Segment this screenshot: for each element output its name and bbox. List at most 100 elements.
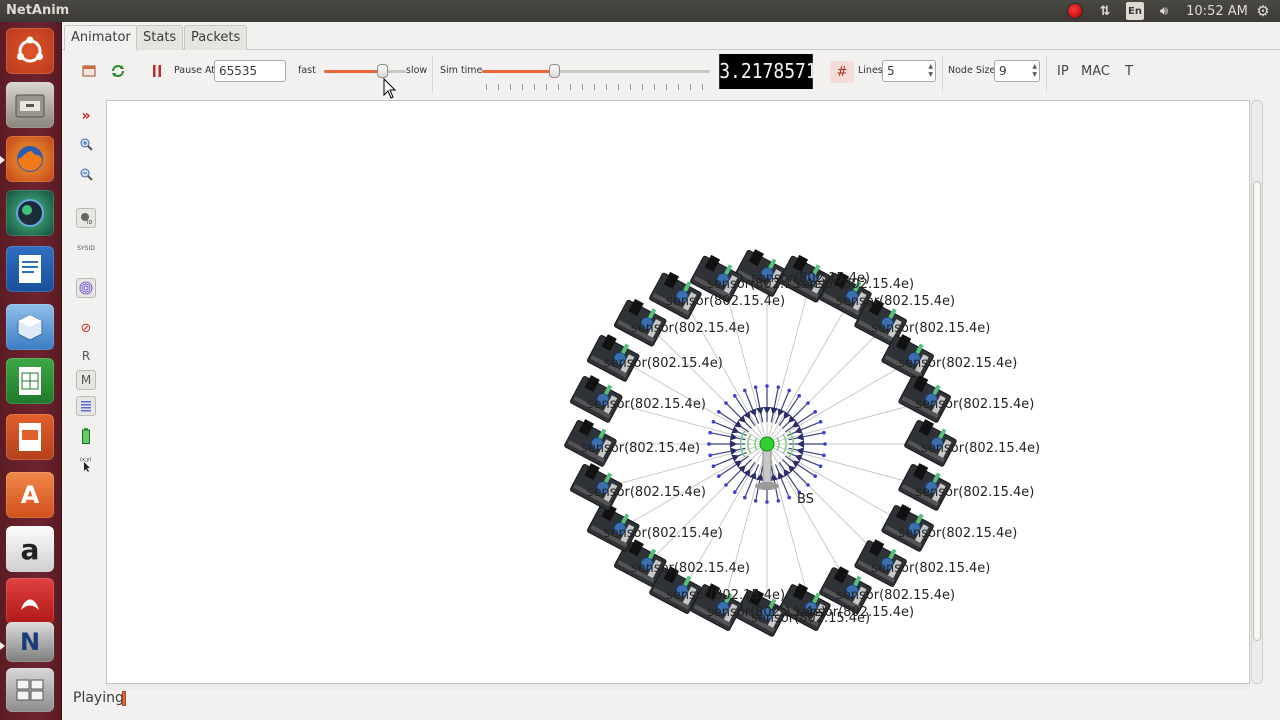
- packet-ray: [787, 451, 821, 467]
- packet-dot: [743, 495, 747, 500]
- sensor-label: sensor(802.15.4e): [631, 561, 750, 576]
- toolbar-separator: [942, 56, 943, 92]
- node-size-label: Node Size: [948, 65, 996, 76]
- fast-label: fast: [298, 65, 316, 76]
- netanim-window: Animator Stats Packets Pause At 65535 fa…: [62, 22, 1280, 720]
- web-browser-icon[interactable]: [6, 190, 54, 236]
- speed-slider[interactable]: [324, 63, 406, 79]
- animation-canvas[interactable]: sensor(802.15.4e) sensor(802.15.4e) sensor…: [106, 100, 1250, 684]
- lines-value: 5: [887, 64, 895, 78]
- sensor-label: sensor(802.15.4e): [836, 588, 955, 603]
- packet-dot: [822, 430, 826, 435]
- packet-list-icon[interactable]: [76, 396, 96, 416]
- packet-ray: [744, 390, 760, 424]
- record-indicator-icon[interactable]: [1066, 2, 1084, 20]
- packet-dot: [787, 388, 791, 393]
- sensor-label: sensor(802.15.4e): [915, 397, 1034, 412]
- tab-animator[interactable]: Animator: [64, 25, 138, 51]
- svg-text:(x,y): (x,y): [80, 457, 91, 463]
- sim-time-slider-handle[interactable]: [549, 64, 561, 78]
- open-file-icon[interactable]: [82, 64, 98, 78]
- volume-icon[interactable]: 🔊︎: [1154, 2, 1174, 20]
- packet-dot: [753, 499, 758, 503]
- sensor-label: sensor(802.15.4e): [707, 605, 826, 620]
- lines-spin-arrows-icon[interactable]: ▲ ▼: [928, 63, 933, 79]
- zoom-out-icon[interactable]: [76, 164, 96, 184]
- sensor-label: sensor(802.15.4e): [587, 485, 706, 500]
- node-size-spinbox[interactable]: 9 ▲ ▼: [994, 60, 1040, 82]
- software-center-icon[interactable]: A: [6, 472, 54, 518]
- virtualbox-icon[interactable]: [6, 304, 54, 350]
- playback-progress-bar: [122, 691, 126, 706]
- keyboard-language-indicator[interactable]: En: [1126, 2, 1144, 20]
- r-toggle-button[interactable]: R: [76, 346, 96, 366]
- packet-dot: [716, 409, 721, 414]
- vertical-scrollbar[interactable]: [1251, 100, 1263, 684]
- clear-packets-icon[interactable]: ⊘: [76, 318, 96, 338]
- packet-dot: [708, 453, 712, 458]
- packet-dot: [813, 409, 818, 414]
- settings-gear-icon[interactable]: ⚙: [1254, 2, 1272, 20]
- base-station-antenna: [759, 436, 775, 452]
- node-id-toggle-icon[interactable]: ID: [76, 208, 96, 228]
- mouse-position-icon[interactable]: (x,y): [76, 454, 96, 474]
- sensor-label: sensor(802.15.4e): [631, 321, 750, 336]
- t-toggle-button[interactable]: T: [1125, 64, 1133, 79]
- mac-toggle-button[interactable]: MAC: [1081, 64, 1110, 79]
- tab-bar: Animator Stats Packets: [62, 22, 1280, 51]
- m-toggle-button[interactable]: M: [76, 370, 96, 390]
- sensor-label: sensor(802.15.4e): [666, 588, 785, 603]
- amazon-icon[interactable]: a: [6, 526, 54, 572]
- packet-dot: [765, 500, 769, 504]
- packet-arrowhead: [729, 440, 737, 448]
- pdf-viewer-icon[interactable]: [6, 578, 54, 624]
- sysid-toggle-icon[interactable]: SYSID: [76, 238, 96, 258]
- tab-packets[interactable]: Packets: [184, 25, 248, 50]
- packet-dot: [711, 420, 716, 424]
- network-topology[interactable]: sensor(802.15.4e) sensor(802.15.4e) sensor…: [107, 101, 1251, 685]
- reload-icon[interactable]: [110, 63, 128, 79]
- packet-arrowhead: [763, 406, 771, 414]
- expand-panel-icon[interactable]: »: [76, 106, 96, 126]
- battery-icon[interactable]: [76, 426, 96, 446]
- clock[interactable]: 10:52 AM: [1186, 2, 1248, 20]
- sim-time-slider[interactable]: [482, 63, 710, 79]
- tab-stats[interactable]: Stats: [136, 25, 184, 50]
- impress-icon[interactable]: [6, 414, 54, 460]
- status-area: Playing: [62, 686, 1280, 720]
- speed-slider-handle[interactable]: [377, 64, 389, 78]
- grid-toggle-icon[interactable]: #: [830, 61, 854, 83]
- sensor-label: sensor(802.15.4e): [915, 485, 1034, 500]
- workspace-switcher-icon[interactable]: [6, 668, 54, 712]
- packet-dot: [707, 442, 711, 446]
- sim-time-label: Sim time: [440, 65, 483, 76]
- packet-dot: [776, 499, 781, 503]
- files-icon[interactable]: [6, 82, 54, 128]
- packet-dot: [724, 483, 728, 487]
- sensor-label: sensor(802.15.4e): [581, 441, 700, 456]
- pause-button[interactable]: [152, 63, 164, 79]
- vertical-scroll-thumb[interactable]: [1253, 181, 1261, 641]
- zoom-in-icon[interactable]: [76, 134, 96, 154]
- launcher: A a N: [0, 22, 62, 720]
- sensor-label: sensor(802.15.4e): [871, 321, 990, 336]
- sim-time-ticks: [486, 84, 710, 90]
- packet-dot: [822, 453, 826, 458]
- animator-toolbar: Pause At 65535 fast slow Sim time 3.2178…: [62, 52, 1280, 102]
- pause-at-input[interactable]: 65535: [214, 60, 286, 82]
- packet-dot: [818, 464, 823, 468]
- ip-toggle-button[interactable]: IP: [1057, 64, 1069, 79]
- netanim-icon[interactable]: N: [0, 622, 54, 662]
- packet-dot: [806, 401, 810, 405]
- wireless-circles-toggle-icon[interactable]: [76, 278, 96, 298]
- network-icon[interactable]: ⇅: [1096, 2, 1114, 20]
- packet-dot: [765, 384, 769, 388]
- packet-dot: [813, 474, 818, 479]
- writer-icon[interactable]: [6, 246, 54, 292]
- mouse-pointer-icon: [383, 78, 397, 99]
- firefox-icon[interactable]: [0, 136, 54, 182]
- calc-icon[interactable]: [6, 358, 54, 404]
- node-size-spin-arrows-icon[interactable]: ▲ ▼: [1032, 63, 1037, 79]
- ubuntu-dash-icon[interactable]: [6, 28, 54, 74]
- lines-spinbox[interactable]: 5 ▲ ▼: [882, 60, 936, 82]
